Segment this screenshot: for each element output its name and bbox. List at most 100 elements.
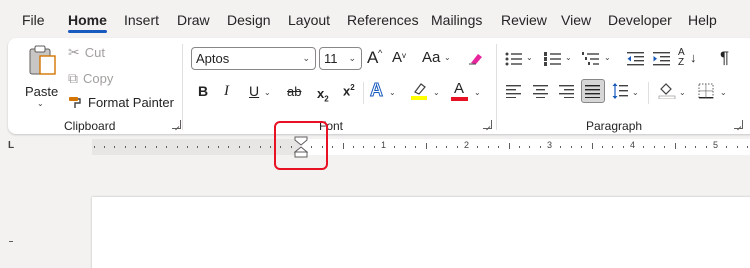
highlighter-icon[interactable] <box>410 82 428 100</box>
font-color-swatch <box>451 97 468 101</box>
font-name-dropdown[interactable]: Aptos ⌄ <box>191 47 316 70</box>
ruler-tick <box>571 146 572 148</box>
ruler-tick <box>477 146 478 148</box>
tab-insert[interactable]: Insert <box>124 12 159 28</box>
tab-selector-icon[interactable]: L <box>8 140 14 151</box>
ruler-dot <box>104 146 105 148</box>
ruler-tick <box>405 146 406 148</box>
subscript-button[interactable]: x2 <box>317 86 329 104</box>
clear-formatting-icon[interactable] <box>467 51 483 65</box>
bold-button[interactable]: B <box>198 83 208 99</box>
font-launcher-icon[interactable] <box>483 120 492 129</box>
tab-home[interactable]: Home <box>68 12 107 33</box>
ruler-tick <box>592 143 593 149</box>
ruler-tick <box>654 146 655 148</box>
ruler-dot <box>249 146 250 148</box>
paintbrush-icon <box>69 97 81 108</box>
ruler-dot <box>156 146 157 148</box>
tab-developer[interactable]: Developer <box>608 12 672 28</box>
ruler-left-margin <box>92 139 300 155</box>
paragraph-launcher-icon[interactable] <box>734 120 743 129</box>
chevron-down-icon: ⌄ <box>433 88 440 97</box>
highlight-box <box>274 121 328 170</box>
ruler-dot <box>145 146 146 148</box>
horizontal-ruler[interactable]: L 1 2 3 4 5 <box>0 136 750 158</box>
tab-mailings[interactable]: Mailings <box>431 12 482 28</box>
ruler-dot <box>94 146 95 148</box>
strikethrough-button[interactable]: ab <box>287 84 301 99</box>
chevron-down-icon: ⌄ <box>302 53 310 63</box>
align-left-icon[interactable] <box>506 84 522 98</box>
italic-button[interactable]: I <box>224 83 229 100</box>
paste-label: Paste <box>25 84 59 99</box>
ruler-tick <box>457 146 458 148</box>
sort-button[interactable]: AZ <box>678 48 685 68</box>
shrink-font-button[interactable]: A <box>392 49 402 66</box>
chevron-down-icon: ⌄ <box>720 88 727 97</box>
tab-help[interactable]: Help <box>688 12 717 28</box>
underline-button[interactable]: U <box>249 83 259 99</box>
cut-button[interactable]: ✂ Cut <box>68 44 105 61</box>
tab-references[interactable]: References <box>347 12 419 28</box>
chevron-down-icon: ⌄ <box>264 88 271 97</box>
multilevel-list-icon[interactable] <box>582 51 600 67</box>
justify-icon <box>585 85 600 98</box>
ruler-tick <box>623 146 624 148</box>
align-center-icon[interactable] <box>533 84 549 98</box>
copy-button[interactable]: ⧉ Copy <box>68 70 113 87</box>
ruler-dot <box>125 146 126 148</box>
grow-font-button[interactable]: A <box>367 48 378 68</box>
chevron-down-icon: ⌄ <box>37 99 44 108</box>
chevron-down-icon: ⌄ <box>348 53 356 63</box>
align-right-icon[interactable] <box>559 84 575 98</box>
ruler-dot <box>197 146 198 148</box>
ruler-tick <box>363 146 364 148</box>
divider <box>182 44 183 130</box>
chevron-down-icon: ⌄ <box>604 53 611 62</box>
tab-file[interactable]: File <box>22 12 45 28</box>
ruler-tick <box>426 143 427 149</box>
chevron-down-icon: ⌄ <box>679 88 686 97</box>
change-case-button[interactable]: Aa <box>422 49 440 66</box>
ruler-tick <box>498 146 499 148</box>
paste-icon <box>29 45 56 75</box>
tab-view[interactable]: View <box>561 12 591 28</box>
line-spacing-icon[interactable] <box>612 82 628 100</box>
tab-draw[interactable]: Draw <box>177 12 210 28</box>
borders-icon[interactable] <box>698 83 714 99</box>
document-page[interactable] <box>92 197 750 268</box>
bullets-icon[interactable] <box>505 51 523 67</box>
superscript-mark: 2 <box>350 83 355 92</box>
ruler-tick <box>394 146 395 148</box>
ruler-tick <box>747 146 748 148</box>
tab-review[interactable]: Review <box>501 12 547 28</box>
show-marks-button[interactable]: ¶ <box>720 48 729 68</box>
tab-layout[interactable]: Layout <box>288 12 330 28</box>
chevron-down-icon: ⌄ <box>565 53 572 62</box>
ruler-tick <box>353 146 354 148</box>
font-color-button[interactable]: A <box>454 80 464 97</box>
ruler-dot <box>228 146 229 148</box>
font-name-value: Aptos <box>196 51 230 66</box>
ruler-tick <box>726 146 727 148</box>
copy-label: Copy <box>83 71 114 86</box>
justify-button[interactable] <box>581 79 605 103</box>
ruler-tick <box>643 146 644 148</box>
sort-z-label: Z <box>678 57 685 68</box>
numbering-icon[interactable] <box>544 51 562 67</box>
ruler-dot <box>135 146 136 148</box>
copy-icon: ⧉ <box>68 70 78 86</box>
tab-design[interactable]: Design <box>227 12 271 28</box>
text-effects-button[interactable]: A <box>370 80 384 101</box>
decrease-indent-icon[interactable] <box>627 51 645 67</box>
shading-icon[interactable] <box>658 81 676 99</box>
format-painter-button[interactable]: Format Painter <box>68 95 174 110</box>
chevron-down-icon: ⌄ <box>526 53 533 62</box>
ruler-number: 4 <box>630 140 636 150</box>
ruler-tick <box>581 146 582 148</box>
font-size-dropdown[interactable]: 11 ⌄ <box>319 47 362 70</box>
clipboard-launcher-icon[interactable] <box>172 120 181 129</box>
superscript-button[interactable]: x2 <box>343 83 355 98</box>
paste-button[interactable]: Paste ⌄ <box>20 42 64 110</box>
increase-indent-icon[interactable] <box>653 51 671 67</box>
